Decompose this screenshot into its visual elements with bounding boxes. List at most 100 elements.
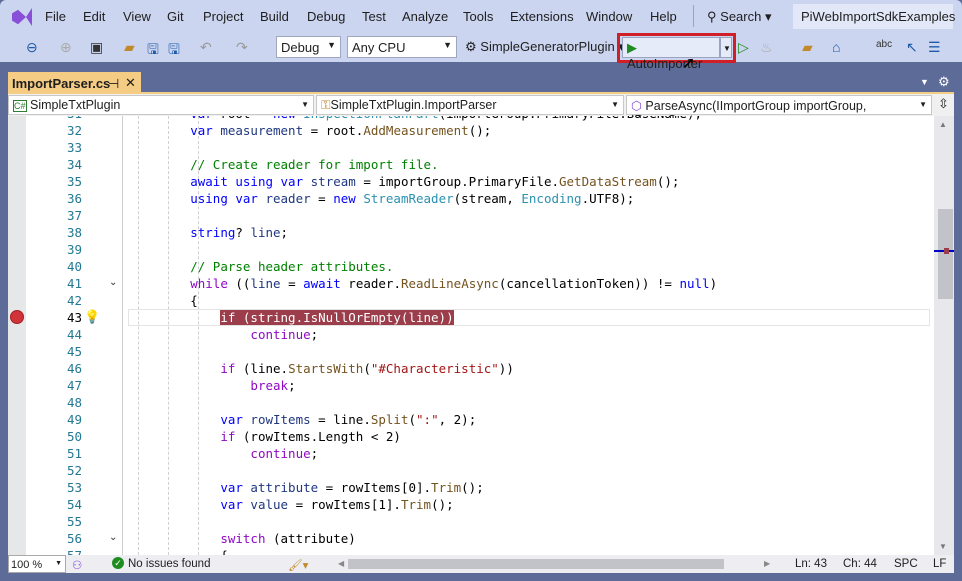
menu-item-debug[interactable]: Debug	[307, 9, 345, 24]
code-token: AddMeasurement	[363, 123, 469, 138]
menu-item-tools[interactable]: Tools	[463, 9, 493, 24]
code-editor[interactable]: 31 var root = new InspectionPlanPart(imp…	[8, 116, 954, 555]
code-line[interactable]: if (rowItems.Length < 2)	[130, 428, 401, 445]
pin-icon[interactable]: ⊣	[108, 76, 119, 92]
code-line[interactable]: continue;	[130, 326, 318, 343]
code-token: continue	[250, 327, 311, 342]
line-number[interactable]: Ln: 43	[795, 558, 827, 570]
menu-item-git[interactable]: Git	[167, 9, 184, 24]
solution-name[interactable]: PiWebImportSdkExamples	[793, 4, 955, 29]
code-token: var	[220, 497, 243, 512]
scroll-down-icon[interactable]: ▼	[939, 542, 947, 551]
redo-icon[interactable]: ↷	[236, 39, 248, 56]
menu-item-file[interactable]: File	[45, 9, 66, 24]
run-autoimporter-button[interactable]: ▶ AutoImporter	[622, 37, 720, 71]
code-line[interactable]: continue;	[130, 445, 318, 462]
code-cleanup-icon[interactable]: 🖌▾	[288, 558, 308, 572]
code-token: Split	[370, 412, 409, 427]
platform-dropdown[interactable]: Any CPU ▼	[347, 36, 457, 58]
open-folder-icon[interactable]: ▰	[124, 39, 135, 56]
horizontal-scrollbar-thumb[interactable]	[348, 559, 724, 569]
code-line[interactable]: string? line;	[130, 224, 288, 241]
menu-item-window[interactable]: Window	[586, 9, 632, 24]
code-line[interactable]: {	[130, 547, 228, 555]
code-line[interactable]: var rowItems = line.Split(":", 2);	[130, 411, 476, 428]
menu-item-view[interactable]: View	[123, 9, 151, 24]
document-outline-icon[interactable]: ☰	[928, 39, 941, 56]
class-dropdown[interactable]: ⚿SimpleTxtPlugin.ImportParser ▼	[316, 95, 624, 115]
startup-project-dropdown[interactable]: ⚙ SimpleGeneratorPlugin ▾	[465, 39, 625, 55]
line-number: 35	[66, 174, 82, 189]
fold-chevron-icon[interactable]: ⌄	[109, 277, 117, 288]
copilot-icon[interactable]: ⚇	[72, 558, 82, 572]
code-line[interactable]: var attribute = rowItems[0].Trim();	[130, 479, 483, 496]
configuration-dropdown[interactable]: Debug ▼	[276, 36, 341, 58]
undo-icon[interactable]: ↶	[200, 39, 212, 56]
zoom-dropdown[interactable]: 100 % ▼	[8, 555, 66, 573]
code-line[interactable]: while ((line = await reader.ReadLineAsyn…	[130, 275, 717, 292]
menu-item-build[interactable]: Build	[260, 9, 289, 24]
code-line[interactable]: using var reader = new StreamReader(stre…	[130, 190, 634, 207]
code-token: ReadLineAsync	[400, 276, 499, 291]
code-line[interactable]: // Parse header attributes.	[130, 258, 393, 275]
spell-check-icon[interactable]: abc	[876, 39, 892, 50]
menu-item-help[interactable]: Help	[650, 9, 677, 24]
breakpoint-margin[interactable]	[8, 116, 26, 555]
code-line[interactable]: if (line.StartsWith("#Characteristic"))	[130, 360, 514, 377]
gutter-separator	[122, 116, 123, 555]
code-token: ;	[310, 327, 319, 342]
visual-studio-logo[interactable]	[12, 8, 32, 26]
line-number: 40	[66, 259, 82, 274]
select-icon[interactable]: ↖	[906, 39, 918, 56]
code-line[interactable]: var value = rowItems[1].Trim();	[130, 496, 453, 513]
search-button[interactable]: ⚲ Search ▾	[707, 9, 772, 25]
back-icon[interactable]: ⊖	[26, 39, 38, 56]
code-line[interactable]: {	[130, 292, 198, 309]
issues-status[interactable]: No issues found	[128, 558, 210, 570]
breakpoint-icon[interactable]	[10, 310, 24, 324]
scroll-up-icon[interactable]: ▲	[939, 120, 947, 129]
code-line[interactable]: // Create reader for import file.	[130, 156, 438, 173]
project-dropdown[interactable]: C# SimpleTxtPlugin ▼	[8, 95, 314, 115]
forward-icon[interactable]: ⊕	[60, 39, 72, 56]
code-line[interactable]: await using var stream = importGroup.Pri…	[130, 173, 679, 190]
column-number[interactable]: Ch: 44	[843, 558, 877, 570]
menu-item-project[interactable]: Project	[203, 9, 243, 24]
fold-chevron-icon[interactable]: ⌄	[109, 532, 117, 543]
member-dropdown[interactable]: ⬡ ParseAsync(IImportGroup importGroup, I…	[626, 95, 932, 127]
scroll-right-icon[interactable]: ▶	[764, 559, 770, 568]
menu-item-edit[interactable]: Edit	[83, 9, 105, 24]
vertical-scrollbar[interactable]: ▲ ▼	[934, 116, 954, 555]
start-without-debugging-icon[interactable]: ▷	[738, 39, 749, 56]
menu-item-analyze[interactable]: Analyze	[402, 9, 448, 24]
save-icon[interactable]: 🖫	[147, 39, 159, 63]
scroll-thumb[interactable]	[938, 209, 953, 299]
lightbulb-icon[interactable]: 💡	[84, 309, 100, 325]
tab-importparser[interactable]: ImportParser.cs ⊣ ✕	[8, 72, 141, 94]
scroll-left-icon[interactable]: ◀	[338, 559, 344, 568]
code-line[interactable]: var measurement = root.AddMeasurement();	[130, 122, 491, 139]
gear-icon[interactable]: ⚙	[938, 74, 950, 90]
hot-reload-icon[interactable]: ♨	[760, 39, 773, 56]
navigation-bar: C# SimpleTxtPlugin ▼ ⚿SimpleTxtPlugin.Imp…	[8, 94, 954, 127]
close-icon[interactable]: ✕	[125, 75, 136, 91]
code-line[interactable]: break;	[130, 377, 295, 394]
code-line[interactable]: if (string.IsNullOrEmpty(line))	[130, 309, 454, 326]
menu-item-extensions[interactable]: Extensions	[510, 9, 574, 24]
run-dropdown-arrow[interactable]: ▼	[720, 37, 732, 58]
find-in-files-icon[interactable]: ▰	[802, 39, 813, 56]
whitespace-mode[interactable]: SPC	[894, 558, 918, 570]
toolbar: ⊖ ⊕ ▣ ▰ 🖫 🖫 ↶ ↷ Debug ▼ Any CPU ▼ ⚙ Simple…	[0, 33, 962, 72]
window-layout-icon[interactable]: ⌂	[832, 39, 840, 55]
save-all-icon[interactable]: 🖫	[168, 39, 180, 63]
code-token: new	[273, 116, 296, 121]
tab-list-dropdown-icon[interactable]: ▼	[920, 77, 929, 87]
line-ending[interactable]: LF	[933, 558, 946, 570]
code-line[interactable]: switch (attribute)	[130, 530, 355, 547]
split-editor-icon[interactable]: ⇳	[938, 96, 949, 112]
menu-item-test[interactable]: Test	[362, 9, 386, 24]
new-project-icon[interactable]: ▣	[90, 39, 103, 56]
